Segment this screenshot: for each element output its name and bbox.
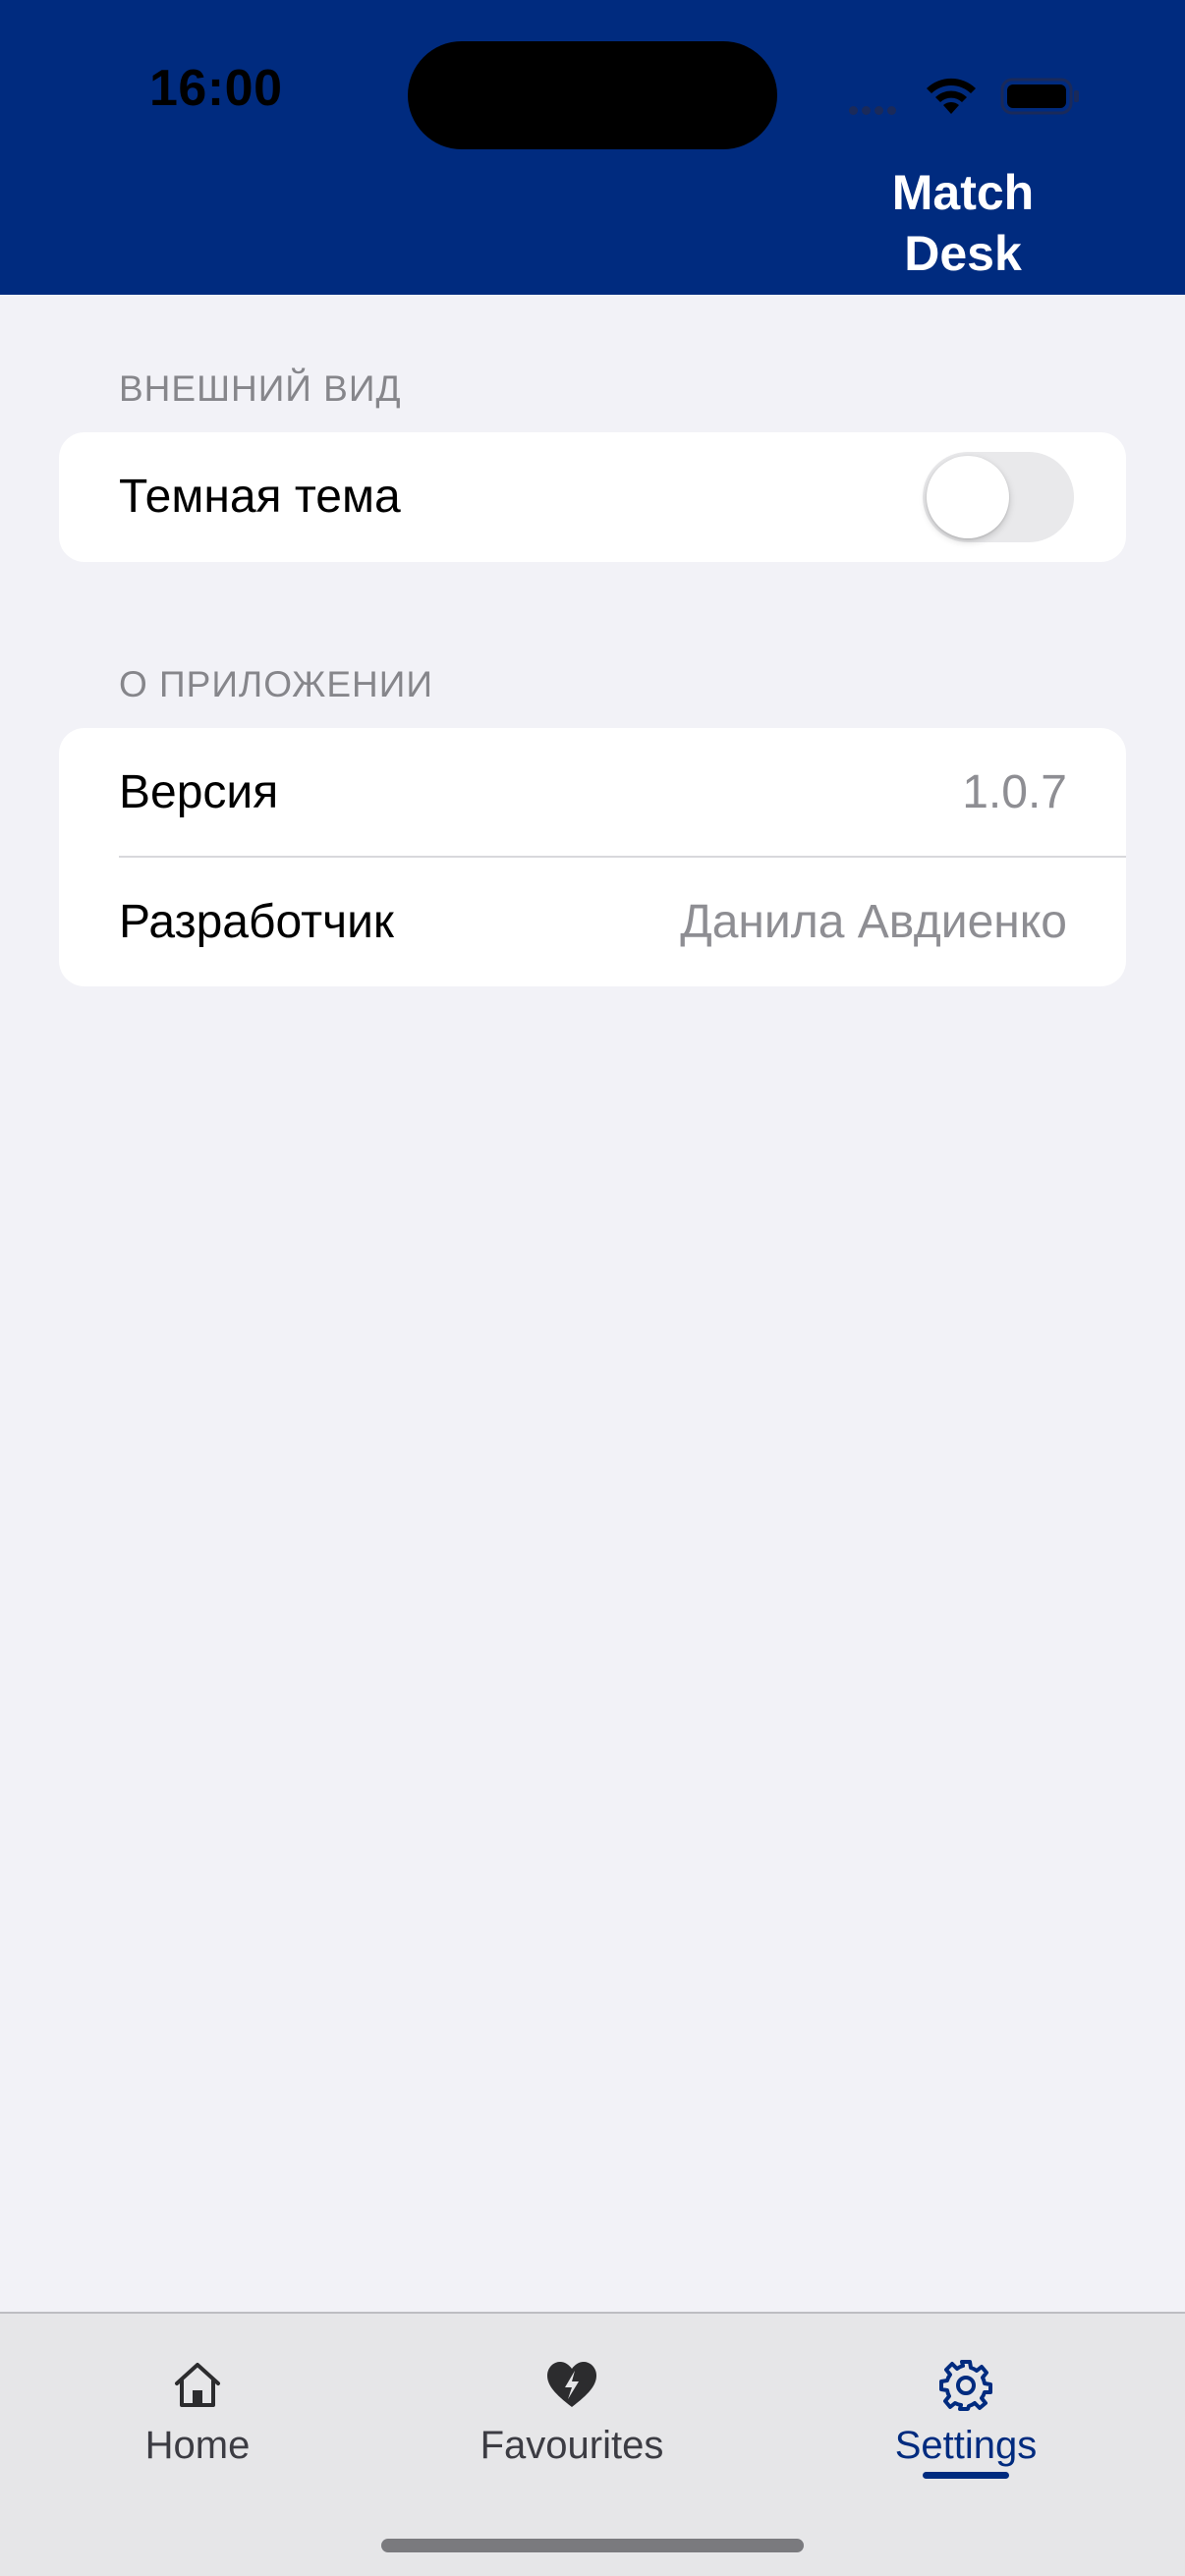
app-title: Match Desk xyxy=(865,162,1061,284)
version-label: Версия xyxy=(119,766,279,818)
app-title-line-2: Desk xyxy=(904,226,1022,281)
home-icon xyxy=(175,2363,220,2407)
app-header: 16:00 Match Desk xyxy=(0,0,1185,295)
appearance-section-label: ВНЕШНИЙ ВИД xyxy=(119,368,402,409)
cellular-signal-icon xyxy=(849,102,900,120)
tab-settings[interactable]: Settings xyxy=(818,2314,1113,2510)
tab-home[interactable]: Home xyxy=(50,2314,345,2510)
dark-theme-toggle[interactable] xyxy=(923,452,1074,542)
tab-bar: Home Favourites Settings xyxy=(0,2312,1185,2576)
dynamic-island xyxy=(408,41,777,149)
home-indicator xyxy=(381,2539,804,2552)
tab-favourites-label: Favourites xyxy=(480,2424,664,2467)
heart-bolt-icon xyxy=(547,2362,596,2407)
appearance-card: Темная тема xyxy=(59,432,1126,562)
battery-icon xyxy=(1000,78,1079,115)
tab-favourites[interactable]: Favourites xyxy=(424,2314,719,2510)
developer-label: Разработчик xyxy=(119,896,394,948)
row-divider xyxy=(119,856,1126,858)
settings-screen: 16:00 Match Desk ВНЕШНИЙ ВИД Темная тема… xyxy=(0,0,1185,2576)
about-card: Версия 1.0.7 Разработчик Данила Авдиенко xyxy=(59,728,1126,986)
status-time: 16:00 xyxy=(149,60,283,117)
tab-home-label: Home xyxy=(144,2424,251,2467)
developer-value: Данила Авдиенко xyxy=(680,896,1067,948)
dark-theme-label: Темная тема xyxy=(119,471,401,523)
tab-settings-label: Settings xyxy=(894,2424,1038,2467)
active-tab-indicator xyxy=(923,2472,1009,2479)
about-section-label: О ПРИЛОЖЕНИИ xyxy=(119,664,433,704)
version-value: 1.0.7 xyxy=(962,766,1067,818)
wifi-icon xyxy=(927,78,976,114)
app-title-line-1: Match xyxy=(891,165,1035,220)
gear-icon xyxy=(939,2360,992,2411)
toggle-knob xyxy=(927,456,1009,538)
